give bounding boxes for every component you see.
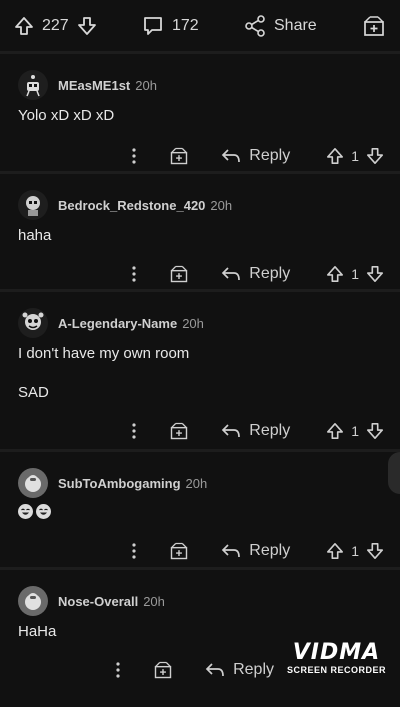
comment-username[interactable]: Nose-Overall xyxy=(58,594,138,609)
more-icon[interactable] xyxy=(131,422,137,440)
upvote-icon[interactable] xyxy=(326,265,344,283)
comment-item: Bedrock_Redstone_420 20h haha Reply 1 xyxy=(0,174,400,292)
reply-icon xyxy=(221,148,241,164)
comment-header: A-Legendary-Name 20h xyxy=(18,306,384,340)
post-score: 227 xyxy=(42,16,69,34)
comment-count: 172 xyxy=(172,16,199,34)
comment-score: 1 xyxy=(351,266,359,282)
reply-icon xyxy=(221,423,241,439)
comment-username[interactable]: SubToAmbogaming xyxy=(58,476,181,491)
award-icon[interactable] xyxy=(362,14,386,38)
reply-button[interactable]: Reply xyxy=(221,265,290,283)
reply-label: Reply xyxy=(249,542,291,559)
comment-icon xyxy=(142,15,164,37)
comment-body xyxy=(18,504,384,519)
reply-label: Reply xyxy=(249,422,291,439)
comment-timestamp: 20h xyxy=(135,77,157,93)
comment-vote-group: 1 xyxy=(326,422,384,440)
award-icon[interactable] xyxy=(169,541,189,561)
comment-body: I don't have my own room SAD xyxy=(18,344,384,403)
avatar[interactable] xyxy=(18,468,48,498)
comment-text: SAD xyxy=(18,384,49,401)
comment-header: Bedrock_Redstone_420 20h xyxy=(18,188,384,222)
comment-item: MEasME1st 20h Yolo xD xD xD Reply 1 xyxy=(0,54,400,174)
watermark-subtitle: SCREEN RECORDER xyxy=(286,665,386,675)
comment-text: HaHa xyxy=(18,623,57,640)
share-button[interactable]: Share xyxy=(244,14,317,37)
more-icon[interactable] xyxy=(131,265,137,283)
comment-score: 1 xyxy=(351,543,359,559)
reply-button[interactable]: Reply xyxy=(221,542,290,560)
comment-username[interactable]: Bedrock_Redstone_420 xyxy=(58,198,205,213)
laughing-crying-emoji-icon xyxy=(36,504,51,519)
avatar[interactable] xyxy=(18,586,48,616)
comment-vote-group: 1 xyxy=(326,147,384,165)
share-label: Share xyxy=(274,16,317,34)
downvote-icon[interactable] xyxy=(366,147,384,165)
comment-score: 1 xyxy=(351,148,359,164)
upvote-icon[interactable] xyxy=(326,422,344,440)
downvote-icon[interactable] xyxy=(366,422,384,440)
reply-label: Reply xyxy=(249,265,291,282)
more-icon[interactable] xyxy=(115,661,121,679)
comment-item: A-Legendary-Name 20h I don't have my own… xyxy=(0,292,400,452)
avatar[interactable] xyxy=(18,190,48,220)
comment-timestamp: 20h xyxy=(185,475,208,491)
more-icon[interactable] xyxy=(131,147,137,165)
comment-body: Yolo xD xD xD xyxy=(18,106,384,126)
comment-item: SubToAmbogaming 20h Reply 1 xyxy=(0,452,400,570)
share-icon xyxy=(244,14,266,37)
reply-icon xyxy=(205,662,225,678)
more-icon[interactable] xyxy=(131,542,137,560)
reply-icon xyxy=(221,266,241,282)
comment-text: Yolo xD xD xD xyxy=(18,107,115,124)
comment-username[interactable]: MEasME1st xyxy=(58,78,130,93)
comment-vote-group: 1 xyxy=(326,265,384,283)
upvote-icon[interactable] xyxy=(14,16,34,36)
comment-item: Nose-Overall 20h HaHa Reply xyxy=(0,570,400,695)
post-action-bar: 227 172 Share xyxy=(0,0,400,54)
comment-actions: Reply 1 xyxy=(18,254,384,294)
comment-body: haha xyxy=(18,226,384,246)
upvote-icon[interactable] xyxy=(326,147,344,165)
comment-actions: Reply 1 xyxy=(18,411,384,451)
comment-text: I don't have my own room xyxy=(18,345,190,362)
reply-button[interactable]: Reply xyxy=(221,147,290,165)
avatar[interactable] xyxy=(18,308,48,338)
avatar[interactable] xyxy=(18,70,48,100)
comment-timestamp: 20h xyxy=(143,593,165,609)
upvote-icon[interactable] xyxy=(326,542,344,560)
comment-header: MEasME1st 20h xyxy=(18,68,384,102)
comment-header: Nose-Overall 20h xyxy=(18,584,384,618)
comments-button[interactable]: 172 xyxy=(142,15,199,37)
comment-header: SubToAmbogaming 20h xyxy=(18,466,384,500)
award-icon[interactable] xyxy=(169,421,189,441)
comment-timestamp: 20h xyxy=(210,197,233,213)
reply-label: Reply xyxy=(233,661,274,678)
comment-body: HaHa xyxy=(18,622,384,642)
downvote-icon[interactable] xyxy=(77,16,97,36)
award-icon[interactable] xyxy=(169,264,189,284)
floating-side-handle[interactable] xyxy=(388,452,400,494)
reply-button[interactable]: Reply xyxy=(221,422,290,440)
comment-score: 1 xyxy=(351,423,359,439)
reply-icon xyxy=(221,543,241,559)
downvote-icon[interactable] xyxy=(366,542,384,560)
comment-text: haha xyxy=(18,227,52,244)
reply-button[interactable]: Reply xyxy=(205,661,274,679)
award-icon[interactable] xyxy=(153,660,173,680)
reply-label: Reply xyxy=(249,147,291,164)
watermark-logo: VIDMA xyxy=(292,640,381,665)
comment-username[interactable]: A-Legendary-Name xyxy=(58,316,177,331)
comment-actions: Reply 1 xyxy=(18,531,384,571)
comment-timestamp: 20h xyxy=(182,315,204,331)
award-icon[interactable] xyxy=(169,146,189,166)
post-vote-group: 227 xyxy=(14,16,97,36)
laughing-crying-emoji-icon xyxy=(18,504,33,519)
recorder-watermark: VIDMA SCREEN RECORDER xyxy=(287,640,386,675)
comment-actions: Reply 1 xyxy=(18,136,384,176)
comment-vote-group: 1 xyxy=(326,542,384,560)
downvote-icon[interactable] xyxy=(366,265,384,283)
